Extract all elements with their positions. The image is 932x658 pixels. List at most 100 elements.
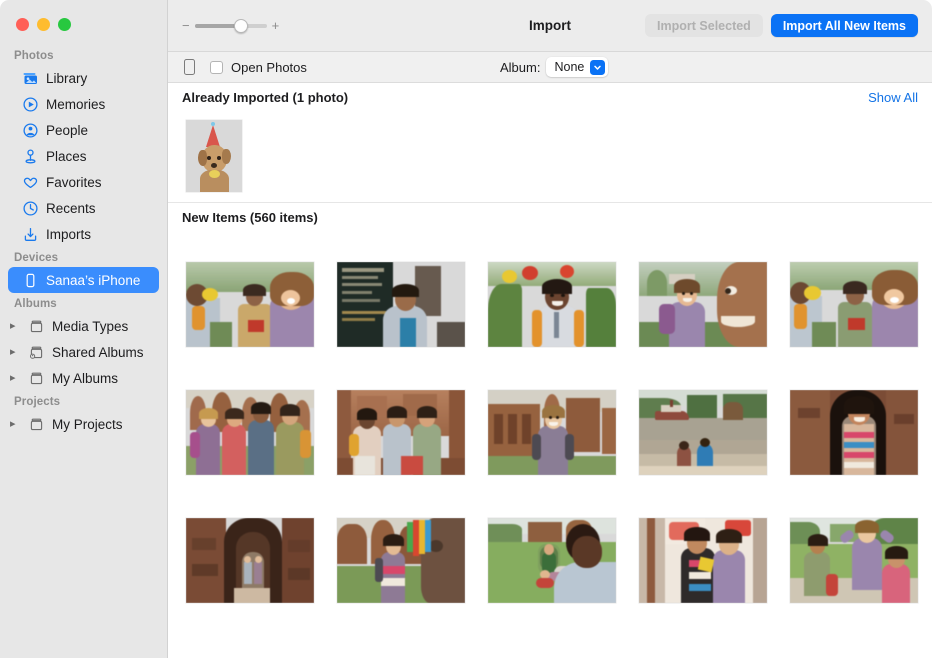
grid-cell[interactable] [186, 376, 314, 488]
album-label: Album: [500, 60, 540, 75]
sidebar-item-sanaas-iphone[interactable]: Sanaa’s iPhone [8, 267, 159, 293]
chevron-right-icon[interactable]: ▸ [10, 321, 20, 332]
photo-thumbnail[interactable] [639, 518, 767, 603]
library-icon [22, 70, 39, 87]
sidebar-item-recents[interactable]: Recents [8, 195, 159, 221]
sidebar-item-library[interactable]: Library [8, 65, 159, 91]
sidebar-section-header-photos: Photos [0, 45, 167, 65]
import-icon [22, 226, 39, 243]
sidebar-item-my-projects[interactable]: ▸ My Projects [8, 411, 159, 437]
new-items-title: New Items (560 items) [182, 210, 318, 225]
grid-cell[interactable] [337, 376, 465, 488]
album-icon [28, 318, 45, 335]
sidebar-item-label: Imports [46, 227, 91, 242]
photo-thumbnail[interactable] [186, 262, 314, 347]
photo-thumbnail[interactable] [337, 390, 465, 475]
sidebar-item-people[interactable]: People [8, 117, 159, 143]
photo-thumbnail[interactable] [337, 518, 465, 603]
places-icon [22, 148, 39, 165]
photo-thumbnail[interactable] [488, 518, 616, 603]
chevron-right-icon[interactable]: ▸ [10, 373, 20, 384]
grid-cell[interactable] [337, 504, 465, 616]
sidebar-item-my-albums[interactable]: ▸ My Albums [8, 365, 159, 391]
zoom-in-icon[interactable]: + [272, 19, 280, 32]
sidebar: Photos Library Memories People [0, 0, 168, 658]
photo-thumbnail[interactable] [186, 120, 242, 192]
photo-thumbnail[interactable] [639, 390, 767, 475]
chevron-right-icon[interactable]: ▸ [10, 347, 20, 358]
new-items-grid[interactable] [168, 232, 932, 616]
grid-cell[interactable] [639, 248, 767, 360]
device-options-bar: Open Photos Album: None [168, 52, 932, 83]
photo-thumbnail[interactable] [186, 518, 314, 603]
iphone-icon [22, 272, 39, 289]
photo-thumbnail[interactable] [186, 390, 314, 475]
photo-thumbnail[interactable] [790, 390, 918, 475]
sidebar-item-label: Places [46, 149, 87, 164]
sidebar-section-header-devices: Devices [0, 247, 167, 267]
thumbnail-size-slider[interactable]: − + [182, 19, 279, 32]
toolbar-actions: Import Selected Import All New Items [645, 14, 918, 37]
grid-cell[interactable] [639, 504, 767, 616]
close-window-button[interactable] [16, 18, 29, 31]
already-imported-header: Already Imported (1 photo) Show All [168, 83, 932, 112]
people-icon [22, 122, 39, 139]
import-content[interactable]: Already Imported (1 photo) Show All [168, 83, 932, 658]
show-all-link[interactable]: Show All [868, 90, 918, 105]
window-controls [16, 18, 71, 31]
import-all-new-items-button[interactable]: Import All New Items [771, 14, 918, 37]
album-icon [28, 416, 45, 433]
slider-track[interactable] [195, 24, 267, 28]
grid-cell[interactable] [790, 376, 918, 488]
import-selected-button[interactable]: Import Selected [645, 14, 763, 37]
grid-cell[interactable] [488, 248, 616, 360]
grid-cell[interactable] [488, 376, 616, 488]
grid-cell[interactable] [186, 504, 314, 616]
photo-thumbnail[interactable] [790, 518, 918, 603]
photo-thumbnail[interactable] [488, 262, 616, 347]
grid-cell[interactable] [790, 248, 918, 360]
grid-cell[interactable] [186, 248, 314, 360]
already-imported-title: Already Imported (1 photo) [182, 90, 348, 105]
open-photos-label: Open Photos [231, 60, 307, 75]
photo-thumbnail[interactable] [488, 390, 616, 475]
minimize-window-button[interactable] [37, 18, 50, 31]
open-photos-checkbox[interactable] [210, 61, 223, 74]
sidebar-section-header-albums: Albums [0, 293, 167, 313]
sidebar-section-header-projects: Projects [0, 391, 167, 411]
album-selector-group: Album: None [500, 57, 608, 77]
photo-thumbnail[interactable] [337, 262, 465, 347]
photos-import-window: Photos Library Memories People [0, 0, 932, 658]
chevron-right-icon[interactable]: ▸ [10, 419, 20, 430]
sidebar-item-shared-albums[interactable]: ▸ Shared Albums [8, 339, 159, 365]
sidebar-item-imports[interactable]: Imports [8, 221, 159, 247]
zoom-out-icon[interactable]: − [182, 19, 190, 32]
chevron-down-icon[interactable] [590, 60, 605, 75]
slider-knob[interactable] [234, 19, 248, 33]
sidebar-item-label: Media Types [52, 319, 128, 334]
sidebar-item-favorites[interactable]: Favorites [8, 169, 159, 195]
sidebar-scroll-area[interactable]: Photos Library Memories People [0, 45, 167, 658]
grid-cell[interactable] [790, 504, 918, 616]
maximize-window-button[interactable] [58, 18, 71, 31]
sidebar-item-label: Shared Albums [52, 345, 144, 360]
album-icon [28, 370, 45, 387]
sidebar-item-media-types[interactable]: ▸ Media Types [8, 313, 159, 339]
sidebar-item-label: My Albums [52, 371, 118, 386]
sidebar-item-memories[interactable]: Memories [8, 91, 159, 117]
sidebar-item-label: My Projects [52, 417, 123, 432]
grid-cell[interactable] [639, 376, 767, 488]
sidebar-item-label: People [46, 123, 88, 138]
grid-cell[interactable] [337, 248, 465, 360]
shared-album-icon [28, 344, 45, 361]
grid-cell[interactable] [488, 504, 616, 616]
sidebar-item-label: Library [46, 71, 87, 86]
album-dropdown-value: None [554, 60, 584, 74]
sidebar-item-label: Sanaa’s iPhone [46, 273, 140, 288]
new-items-header: New Items (560 items) [168, 203, 932, 232]
album-dropdown[interactable]: None [546, 57, 608, 77]
sidebar-item-places[interactable]: Places [8, 143, 159, 169]
photo-thumbnail[interactable] [639, 262, 767, 347]
main-area: − + Import Import Selected Import All Ne… [168, 0, 932, 658]
photo-thumbnail[interactable] [790, 262, 918, 347]
